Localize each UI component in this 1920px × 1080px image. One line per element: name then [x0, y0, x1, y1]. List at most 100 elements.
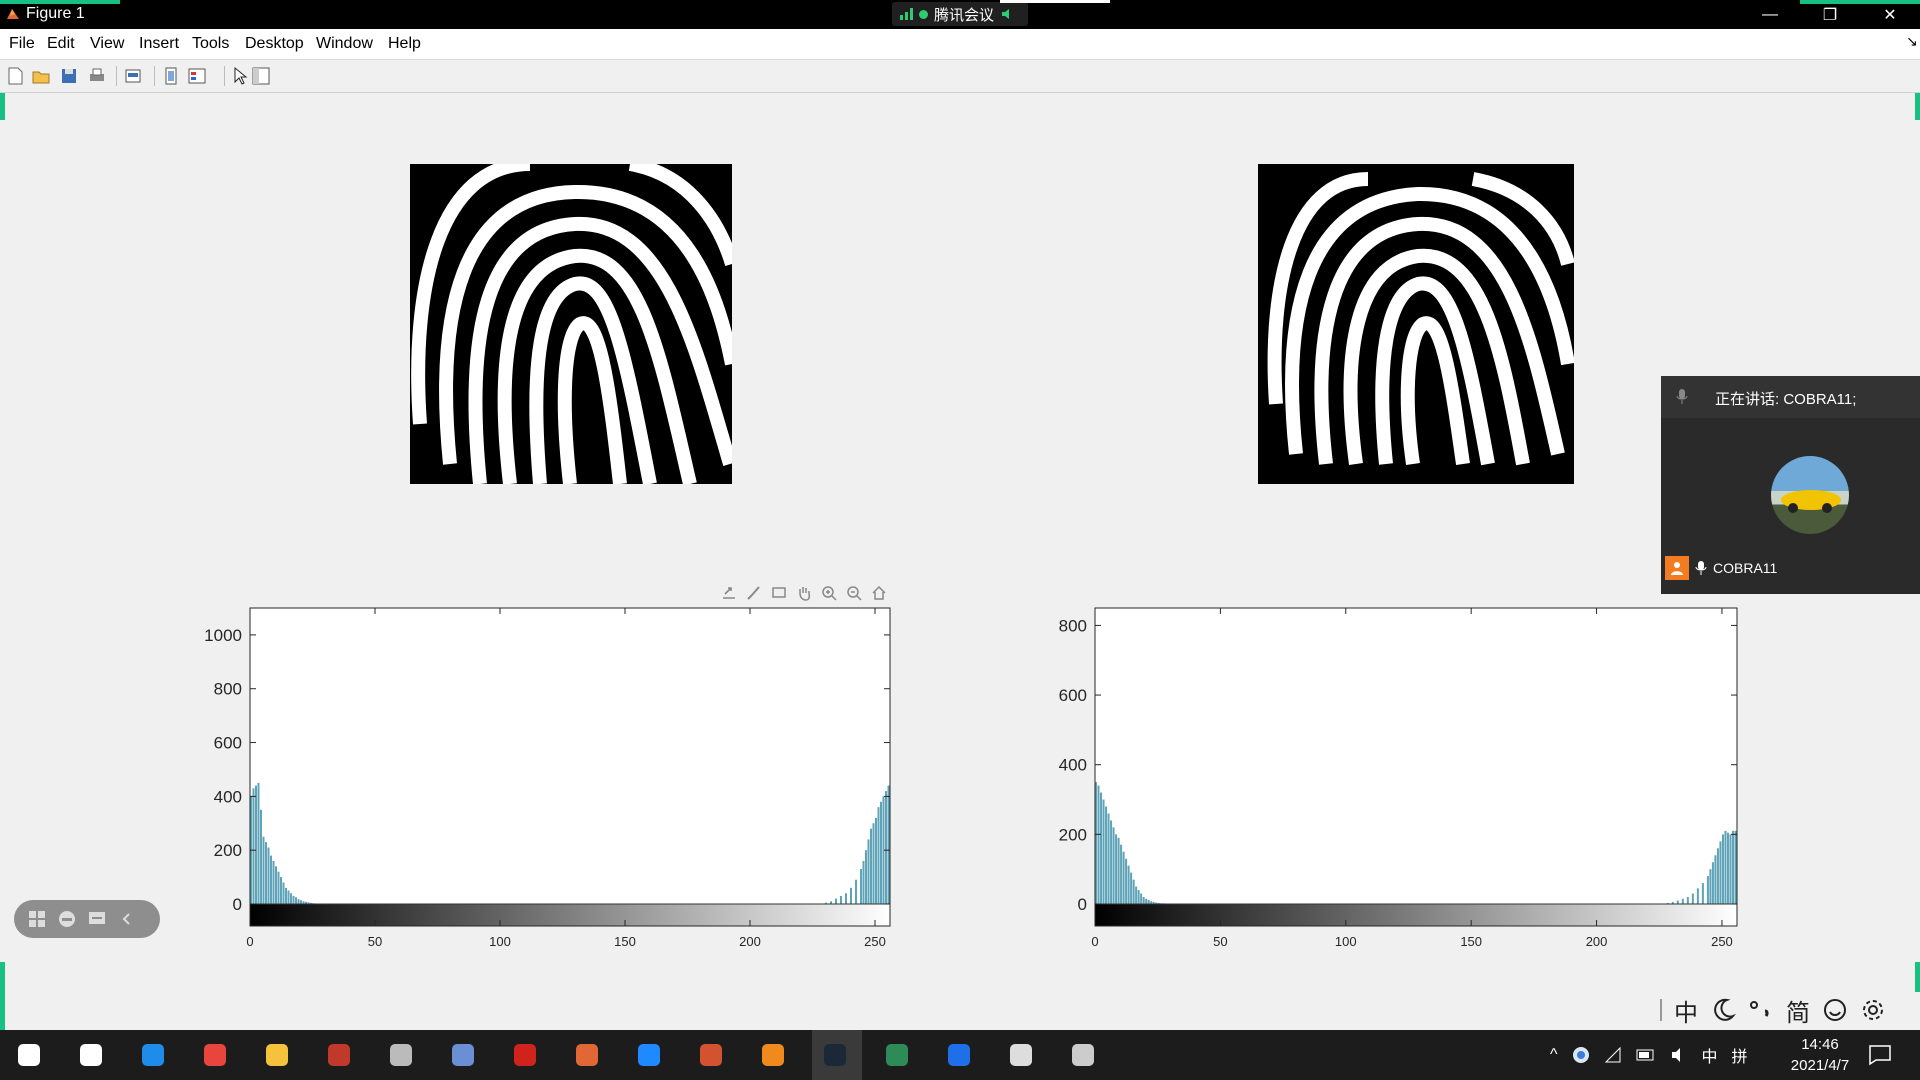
- acrobat-icon[interactable]: [508, 1038, 542, 1072]
- x-tick-label: 150: [614, 934, 636, 949]
- tray-language[interactable]: 中: [1702, 1043, 1718, 1067]
- meeting-video-panel[interactable]: 正在讲话: COBRA11; COBRA11: [1661, 376, 1920, 594]
- x-tick-label: 0: [246, 934, 253, 949]
- histogram-bar: [260, 809, 262, 904]
- smiley-icon[interactable]: [1822, 997, 1848, 1023]
- user-name: COBRA11: [1713, 560, 1778, 576]
- histogram-bar: [1721, 834, 1724, 904]
- tray-ime[interactable]: 拼: [1732, 1043, 1748, 1067]
- histogram-bar: [862, 860, 865, 904]
- y-tick-label: 800: [214, 680, 242, 699]
- photos-icon[interactable]: [1004, 1038, 1038, 1072]
- chrome-icon[interactable]: [198, 1038, 232, 1072]
- histogram-bar: [850, 887, 852, 904]
- powerpoint-icon[interactable]: [694, 1038, 728, 1072]
- colorbar: [1094, 903, 1738, 927]
- histogram-bar: [1135, 886, 1138, 904]
- histogram-bar: [1716, 848, 1719, 904]
- histogram-bar: [845, 893, 847, 904]
- chat-icon[interactable]: [86, 908, 108, 930]
- histogram-bar: [1145, 898, 1148, 904]
- histogram-bar: [277, 871, 280, 904]
- histogram-bar: [1117, 837, 1120, 904]
- axes-background: [1095, 608, 1737, 904]
- histogram-bar: [280, 877, 282, 904]
- matlab-icon[interactable]: [570, 1038, 604, 1072]
- feishu-icon[interactable]: [632, 1038, 666, 1072]
- histogram-bar: [1726, 832, 1729, 904]
- clock-time: 14:46: [1801, 1036, 1839, 1053]
- punctuation-icon[interactable]: [1748, 997, 1774, 1023]
- histogram-bar: [265, 842, 267, 904]
- tencent-meeting-icon[interactable]: [942, 1038, 976, 1072]
- ime-simplified-toggle[interactable]: 简: [1786, 993, 1810, 1028]
- axes-background: [250, 608, 890, 904]
- histogram-bar: [1724, 830, 1727, 904]
- ime-mode-toggle[interactable]: 中: [1674, 993, 1698, 1028]
- tray-app-icon[interactable]: [1572, 1046, 1590, 1064]
- emoji-icon[interactable]: [56, 908, 78, 930]
- histogram-bar: [300, 900, 302, 904]
- histogram-bar: [295, 897, 297, 904]
- remote-desktop-icon[interactable]: [384, 1038, 418, 1072]
- histogram-bar: [875, 817, 877, 904]
- histogram-bar: [1112, 827, 1115, 904]
- histogram-bar: [290, 893, 292, 904]
- network-icon[interactable]: [1604, 1046, 1622, 1064]
- y-tick-label: 1000: [204, 626, 242, 645]
- histogram-bar: [1696, 888, 1699, 904]
- document-app-icon[interactable]: [446, 1038, 480, 1072]
- histogram-bar: [1731, 830, 1734, 904]
- histogram-bar: [255, 785, 257, 904]
- ime-toolbar: 中 简: [1660, 992, 1886, 1028]
- orange-app-icon[interactable]: [756, 1038, 790, 1072]
- histogram-bar: [1686, 897, 1689, 904]
- histogram-bar: [297, 899, 300, 904]
- edge-icon[interactable]: [136, 1038, 170, 1072]
- histogram-bar: [267, 847, 270, 904]
- tray-expand-icon[interactable]: ^: [1550, 1046, 1558, 1064]
- histogram-bar: [287, 890, 290, 904]
- battery-icon[interactable]: [1636, 1048, 1656, 1062]
- histogram-bar: [1147, 899, 1150, 904]
- histogram-bar: [1734, 830, 1737, 904]
- ime-drag-handle[interactable]: [1660, 999, 1662, 1021]
- settings-gear-icon[interactable]: [1860, 997, 1886, 1023]
- y-tick-label: 200: [214, 841, 242, 860]
- clock-date: 2021/4/7: [1790, 1057, 1850, 1074]
- histogram-bar: [1711, 862, 1714, 904]
- x-tick-label: 50: [368, 934, 382, 949]
- y-tick-label: 800: [1059, 616, 1087, 635]
- y-tick-label: 600: [1059, 686, 1087, 705]
- obs-icon[interactable]: [1066, 1038, 1100, 1072]
- speaking-label: 正在讲话: COBRA11;: [1715, 391, 1857, 408]
- y-tick-label: 600: [214, 734, 242, 753]
- y-tick-label: 0: [233, 895, 242, 914]
- moon-icon[interactable]: [1710, 997, 1736, 1023]
- histogram-bar: [1676, 900, 1679, 904]
- histogram-bar: [1142, 897, 1145, 904]
- microphone-icon: [1676, 389, 1688, 404]
- histogram-bar: [1127, 865, 1130, 904]
- user-microphone-icon: [1695, 561, 1707, 575]
- taskbar-clock[interactable]: 14:46 2021/4/7: [1770, 1034, 1870, 1076]
- collapse-chevron-icon[interactable]: [116, 908, 138, 930]
- histogram-bar: [270, 855, 272, 904]
- volume-icon[interactable]: [1670, 1047, 1688, 1063]
- colorbar: [249, 903, 891, 927]
- steam-icon[interactable]: [818, 1038, 852, 1072]
- x-tick-label: 250: [864, 934, 886, 949]
- vim-icon[interactable]: [880, 1038, 914, 1072]
- histogram-bar: [257, 782, 260, 904]
- system-tray: ^ 中 拼: [1550, 1030, 1748, 1080]
- histogram-bar: [855, 879, 857, 904]
- app-red-icon[interactable]: [322, 1038, 356, 1072]
- apps-grid-icon[interactable]: [26, 908, 48, 930]
- file-explorer-icon[interactable]: [260, 1038, 294, 1072]
- start-icon[interactable]: [12, 1038, 46, 1072]
- task-view-icon[interactable]: [74, 1038, 108, 1072]
- user-avatar: [1771, 456, 1849, 534]
- x-tick-label: 200: [1586, 934, 1608, 949]
- histogram-bar: [1140, 893, 1143, 904]
- notification-center-icon[interactable]: [1868, 1044, 1892, 1066]
